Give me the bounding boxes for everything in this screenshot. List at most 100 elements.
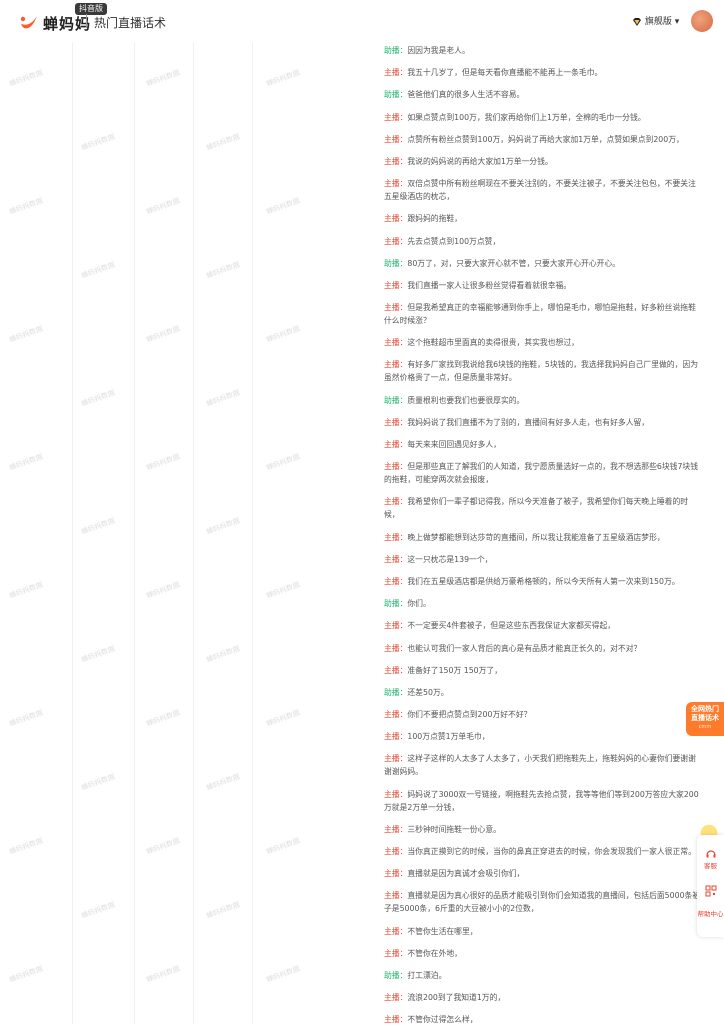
host-speaker-label: 主播： xyxy=(384,179,408,189)
watermark: 蝉妈妈数据 xyxy=(145,580,181,601)
brand-name[interactable]: 蝉妈妈 xyxy=(43,13,91,34)
transcript-line: 助播：爸爸他们真的很多人生活不容易。 xyxy=(384,88,702,101)
transcript-text: 但是那些真正了解我们的人知道，我宁愿质量选好一点的，我不想选那些6块钱7块钱的拖… xyxy=(384,462,698,485)
transcript-text: 我希望你们一辈子都记得我，所以今天准备了被子，我希望你们每天晚上睡着的时候， xyxy=(384,497,689,520)
host-speaker-label: 主播： xyxy=(384,891,408,901)
qrcode-button[interactable] xyxy=(697,885,724,899)
transcript-line: 主播：跟妈妈的拖鞋， xyxy=(384,212,702,225)
transcript-line: 主播：我妈妈说了我们直播不为了别的，直播间有好多人走，也有好多人留， xyxy=(384,416,702,429)
watermark: 蝉妈妈数据 xyxy=(205,644,241,665)
watermark: 蝉妈妈数据 xyxy=(80,260,116,281)
host-speaker-label: 主播： xyxy=(384,789,408,799)
column-divider xyxy=(134,42,135,1024)
transcript-text: 我五十几岁了，但是每天看你直播能不能再上一条毛巾。 xyxy=(407,68,603,78)
host-speaker-label: 主播： xyxy=(384,112,408,122)
host-speaker-label: 主播： xyxy=(384,134,408,144)
watermark: 蝉妈妈数据 xyxy=(265,836,301,857)
transcript-line: 主播：有好多厂家找到我说给我6块钱的拖鞋，5块钱的，我选择我妈妈自己厂里做的，因… xyxy=(384,358,702,384)
help-center-button[interactable]: 帮助中心 xyxy=(697,910,724,918)
transcript-text: 直播就是因为真诚才会吸引你们， xyxy=(407,869,525,879)
host-speaker-label: 主播： xyxy=(384,824,408,834)
column-divider xyxy=(252,42,253,1024)
transcript-line: 主播：100万点赞1万单毛巾， xyxy=(384,730,702,743)
transcript-text: 因因为我是老人。 xyxy=(407,46,470,55)
promo-sub: cmm xyxy=(698,724,712,730)
transcript-line: 助播：80万了，对，只要大家开心就不管，只要大家开心开心开心。 xyxy=(384,257,702,270)
watermark: 蝉妈妈数据 xyxy=(8,196,44,217)
transcript-text: 当你真正摸到它的时候，当你的鼻真正穿进去的时候，你会发现我们一家人很正常。 xyxy=(407,847,696,856)
transcript-text: 不管你生活在哪里， xyxy=(407,926,478,936)
host-speaker-label: 主播： xyxy=(384,621,408,631)
transcript-line: 助播：还差50万。 xyxy=(384,686,702,699)
transcript-text: 这一只枕芯是139一个， xyxy=(407,554,493,564)
watermark: 蝉妈妈数据 xyxy=(265,196,301,217)
host-speaker-label: 主播： xyxy=(384,360,408,370)
assistant-speaker-label: 助播： xyxy=(384,687,408,697)
transcript-text: 还差50万。 xyxy=(407,687,449,697)
promo-line-1: 全网热门 xyxy=(691,705,719,713)
transcript-text: 不管你在外地， xyxy=(407,948,462,958)
watermark: 蝉妈妈数据 xyxy=(265,452,301,473)
membership-menu[interactable]: 旗舰版 ▾ xyxy=(632,14,679,27)
host-speaker-label: 主播： xyxy=(384,532,408,542)
host-speaker-label: 主播： xyxy=(384,417,408,427)
watermark: 蝉妈妈数据 xyxy=(265,964,301,985)
page-title: 热门直播话术 xyxy=(94,16,167,30)
host-speaker-label: 主播： xyxy=(384,440,408,449)
transcript-line: 主播：我们直播一家人让很多粉丝觉得看着就很幸福。 xyxy=(384,279,702,292)
transcript-text: 我们直播一家人让很多粉丝觉得看着就很幸福。 xyxy=(407,280,572,290)
diamond-icon xyxy=(633,17,641,26)
transcript-line: 主播：我希望你们一辈子都记得我，所以今天准备了被子，我希望你们每天晚上睡着的时候… xyxy=(384,495,702,521)
transcript-line: 主播：这个拖鞋超市里面真的卖得很贵，其实我也想过， xyxy=(384,336,702,349)
transcript-text: 我说的妈妈说的再给大家加1万单一分钱。 xyxy=(407,156,553,166)
column-divider xyxy=(193,42,194,1024)
host-speaker-label: 主播： xyxy=(384,554,408,564)
host-speaker-label: 主播： xyxy=(384,497,408,507)
watermark: 蝉妈妈数据 xyxy=(145,452,181,473)
watermark: 蝉妈妈数据 xyxy=(145,68,181,89)
transcript-line: 助播：因因为我是老人。 xyxy=(384,44,702,57)
host-speaker-label: 主播： xyxy=(384,68,408,78)
transcript-line: 主播：不一定要买4件套被子，但是这些东西我保证大家都买得起， xyxy=(384,619,702,632)
transcript-line: 主播：晚上做梦都能想到达莎苛的直播间，所以我让我能准备了五星级酒店梦形， xyxy=(384,531,702,544)
side-panel: 客服 帮助中心 xyxy=(697,835,724,937)
transcript-text: 你们不要把点赞点到200万好不好？ xyxy=(407,710,532,720)
watermark: 蝉妈妈数据 xyxy=(80,388,116,409)
watermark: 蝉妈妈数据 xyxy=(145,708,181,729)
watermark: 蝉妈妈数据 xyxy=(8,324,44,345)
transcript-text: 80万了，对，只要大家开心就不管，只要大家开心开心开心。 xyxy=(407,258,621,268)
transcript-line: 主播：但是那些真正了解我们的人知道，我宁愿质量选好一点的，我不想选那些6块钱7块… xyxy=(384,460,702,486)
transcript-text: 爸爸他们真的很多人生活不容易。 xyxy=(407,90,525,100)
transcript-line: 主播：如果点赞点到100万，我们家再给你们上1万单，全棉的毛巾一分钱。 xyxy=(384,111,702,124)
watermark: 蝉妈妈数据 xyxy=(265,68,301,89)
transcript-line: 主播：不管你在外地， xyxy=(384,947,702,960)
membership-label: 旗舰版 xyxy=(644,17,672,27)
transcript-line: 助播：打工漂泊。 xyxy=(384,969,702,982)
top-header: 蝉妈妈 抖音版 热门直播话术 旗舰版 ▾ xyxy=(0,0,724,42)
promo-banner[interactable]: 全网热门 直播话术 cmm xyxy=(686,702,724,736)
brand-logo-icon[interactable] xyxy=(19,12,39,32)
transcript-text: 先去点赞点到100万点赞， xyxy=(407,236,501,246)
transcript-list: 助播：因因为我是老人。 主播：我五十几岁了，但是每天看你直播能不能再上一条毛巾。助… xyxy=(384,44,702,1036)
transcript-text: 这个拖鞋超市里面真的卖得很贵，其实我也想过， xyxy=(407,338,579,348)
customer-service-label: 客服 xyxy=(704,862,717,870)
transcript-line: 主播：但是我希望真正的幸福能够通到你手上，哪怕是毛巾，哪怕是拖鞋，好多粉丝说拖鞋… xyxy=(384,301,702,327)
watermark: 蝉妈妈数据 xyxy=(145,836,181,857)
host-speaker-label: 主播： xyxy=(384,338,408,348)
assistant-speaker-label: 助播： xyxy=(384,258,408,268)
assistant-speaker-label: 助播： xyxy=(384,599,408,609)
transcript-line: 主播：不管你过得怎么样， xyxy=(384,1013,702,1026)
customer-service-button[interactable]: 客服 xyxy=(697,848,724,870)
transcript-line: 主播：双倍点赞中所有粉丝啊现在不要关注别的，不要关注被子，不要关注包包，不要关注… xyxy=(384,177,702,203)
user-avatar[interactable] xyxy=(691,10,713,32)
transcript-text: 不管你过得怎么样， xyxy=(407,1015,478,1025)
host-speaker-label: 主播： xyxy=(384,1015,408,1025)
host-speaker-label: 主播： xyxy=(384,156,408,166)
transcript-line: 主播：你们不要把点赞点到200万好不好？ xyxy=(384,708,702,721)
transcript-line: 主播：先去点赞点到100万点赞， xyxy=(384,235,702,248)
watermark: 蝉妈妈数据 xyxy=(8,580,44,601)
transcript-line: 主播：点赞所有粉丝点赞到100万，妈妈说了再给大家加1万单，点赞如果点到200万… xyxy=(384,133,702,146)
header-divider xyxy=(86,14,87,28)
host-speaker-label: 主播： xyxy=(384,710,408,720)
transcript-text: 晚上做梦都能想到达莎苛的直播间，所以我让我能准备了五星级酒店梦形， xyxy=(407,532,665,542)
